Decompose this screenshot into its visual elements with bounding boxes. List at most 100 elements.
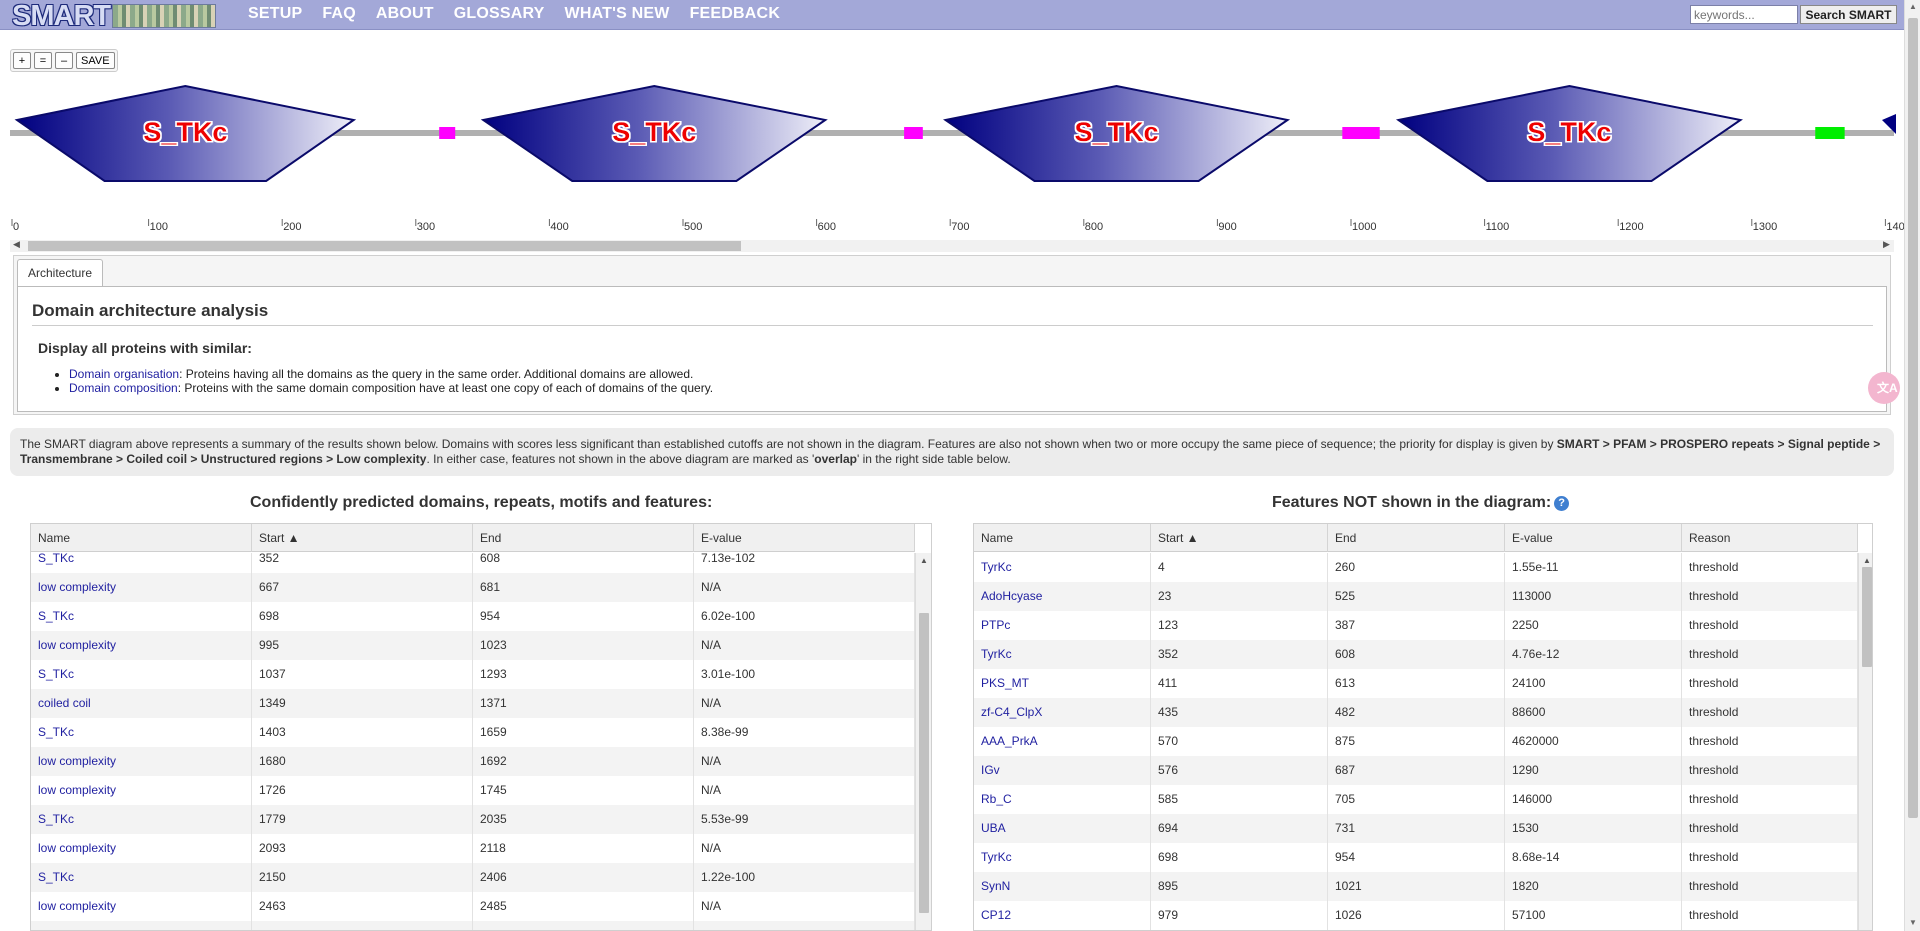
- table-row[interactable]: SynN 895 1021 1820 threshold: [974, 872, 1858, 901]
- feature-name-link[interactable]: low complexity: [31, 921, 252, 930]
- column-evalue[interactable]: E-value: [1505, 524, 1682, 552]
- scroll-up-arrow-icon[interactable]: ▲: [1863, 556, 1871, 565]
- feature-name-link[interactable]: low complexity: [31, 892, 252, 921]
- table-row[interactable]: TyrKc 352 608 4.76e-12 threshold: [974, 640, 1858, 669]
- zoom-out-button[interactable]: –: [55, 52, 73, 69]
- save-button[interactable]: SAVE: [76, 52, 115, 69]
- feature-name-link[interactable]: S_TKc: [31, 718, 252, 747]
- column-start[interactable]: Start ▲: [1151, 524, 1328, 552]
- table-row[interactable]: low complexity 995 1023 N/A: [31, 631, 915, 660]
- column-evalue[interactable]: E-value: [694, 524, 915, 552]
- feature-name-link[interactable]: PKS_MT: [974, 669, 1151, 698]
- floating-translate-icon[interactable]: 文A: [1868, 372, 1900, 404]
- page-scrollbar[interactable]: ▲ ▼: [1904, 0, 1920, 931]
- search-button[interactable]: Search SMART: [1800, 5, 1897, 24]
- table-row[interactable]: PTPc 123 387 2250 threshold: [974, 611, 1858, 640]
- column-start[interactable]: Start ▲: [252, 524, 473, 552]
- feature-name-link[interactable]: PTPc: [974, 611, 1151, 640]
- search-input[interactable]: [1690, 5, 1798, 24]
- zoom-reset-button[interactable]: =: [34, 52, 52, 69]
- table-row[interactable]: S_TKc 1403 1659 8.38e-99: [31, 718, 915, 747]
- nav-faq[interactable]: FAQ: [322, 5, 356, 23]
- diagram-horizontal-scrollbar[interactable]: ◀ ▶: [10, 239, 1894, 252]
- table-row[interactable]: low complexity25032514N/A: [31, 921, 915, 930]
- table-scrollbar[interactable]: ▲: [915, 553, 931, 930]
- table-row[interactable]: low complexity 2093 2118 N/A: [31, 834, 915, 863]
- table-row[interactable]: S_TKc 352 608 7.13e-102: [31, 553, 915, 573]
- column-name[interactable]: Name: [31, 524, 252, 552]
- table-scrollbar-thumb[interactable]: [1862, 567, 1872, 667]
- low-complexity-feature[interactable]: [904, 127, 923, 139]
- table-row[interactable]: Rb_C 585 705 146000 threshold: [974, 785, 1858, 814]
- domain-composition-link[interactable]: Domain composition: [69, 381, 178, 395]
- feature-name-link[interactable]: coiled coil: [31, 689, 252, 718]
- diagram-scrollbar-thumb[interactable]: [28, 241, 741, 251]
- scroll-left-arrow-icon[interactable]: ◀: [13, 239, 20, 250]
- table-row[interactable]: TyrKc 698 954 8.68e-14 threshold: [974, 843, 1858, 872]
- scroll-up-arrow-icon[interactable]: ▲: [1909, 2, 1917, 11]
- feature-name-link[interactable]: CP12: [974, 901, 1151, 930]
- domain-s-tkc[interactable]: S_TKc: [943, 84, 1291, 182]
- nav-about[interactable]: ABOUT: [376, 5, 434, 23]
- feature-name-link[interactable]: low complexity: [31, 776, 252, 805]
- domain-s-tkc[interactable]: S_TKc: [1395, 84, 1743, 182]
- feature-name-link[interactable]: low complexity: [31, 747, 252, 776]
- table-row[interactable]: S_TKc 2150 2406 1.22e-100: [31, 863, 915, 892]
- table-row[interactable]: AdoHcyase 23 525 113000 threshold: [974, 582, 1858, 611]
- table-row[interactable]: low complexity 2463 2485 N/A: [31, 892, 915, 921]
- table-row[interactable]: CP12 979 1026 57100 threshold: [974, 901, 1858, 930]
- table-row[interactable]: AAA_PrkA 570 875 4620000 threshold: [974, 727, 1858, 756]
- coiled-coil-feature[interactable]: [1815, 127, 1845, 139]
- table-scrollbar-thumb[interactable]: [919, 613, 929, 913]
- domain-s-tkc[interactable]: S_TKc: [480, 84, 828, 182]
- nav-glossary[interactable]: GLOSSARY: [454, 5, 545, 23]
- table-row[interactable]: PKS_MT 411 613 24100 threshold: [974, 669, 1858, 698]
- feature-name-link[interactable]: AAA_PrkA: [974, 727, 1151, 756]
- column-end[interactable]: End: [473, 524, 694, 552]
- feature-name-link[interactable]: low complexity: [31, 573, 252, 602]
- table-row[interactable]: low complexity 1726 1745 N/A: [31, 776, 915, 805]
- low-complexity-feature[interactable]: [439, 127, 456, 139]
- nav-whats-new[interactable]: WHAT'S NEW: [565, 5, 670, 23]
- feature-name-link[interactable]: S_TKc: [31, 805, 252, 834]
- feature-name-link[interactable]: AdoHcyase: [974, 582, 1151, 611]
- zoom-in-button[interactable]: +: [13, 52, 31, 69]
- feature-name-link[interactable]: TyrKc: [974, 553, 1151, 582]
- feature-name-link[interactable]: Rb_C: [974, 785, 1151, 814]
- table-row[interactable]: coiled coil 1349 1371 N/A: [31, 689, 915, 718]
- domain-organisation-link[interactable]: Domain organisation: [69, 367, 179, 381]
- nav-setup[interactable]: SETUP: [248, 5, 302, 23]
- table-row[interactable]: zf-C4_ClpX 435 482 88600 threshold: [974, 698, 1858, 727]
- table-row[interactable]: UBA 694 731 1530 threshold: [974, 814, 1858, 843]
- scroll-down-arrow-icon[interactable]: ▼: [1909, 918, 1917, 927]
- feature-name-link[interactable]: low complexity: [31, 631, 252, 660]
- feature-name-link[interactable]: IGv: [974, 756, 1151, 785]
- tab-architecture[interactable]: Architecture: [17, 259, 104, 286]
- scroll-up-arrow-icon[interactable]: ▲: [920, 556, 928, 565]
- smart-logo[interactable]: SMART: [12, 2, 226, 31]
- feature-name-link[interactable]: TyrKc: [974, 843, 1151, 872]
- low-complexity-feature[interactable]: [1342, 127, 1380, 139]
- table-row[interactable]: low complexity 667 681 N/A: [31, 573, 915, 602]
- feature-name-link[interactable]: zf-C4_ClpX: [974, 698, 1151, 727]
- help-icon[interactable]: ?: [1554, 496, 1570, 511]
- column-reason[interactable]: Reason: [1682, 524, 1858, 552]
- feature-name-link[interactable]: S_TKc: [31, 553, 252, 573]
- scroll-right-arrow-icon[interactable]: ▶: [1883, 239, 1890, 250]
- column-name[interactable]: Name: [974, 524, 1151, 552]
- feature-name-link[interactable]: S_TKc: [31, 863, 252, 892]
- feature-name-link[interactable]: UBA: [974, 814, 1151, 843]
- table-row[interactable]: IGv 576 687 1290 threshold: [974, 756, 1858, 785]
- table-row[interactable]: S_TKc 1037 1293 3.01e-100: [31, 660, 915, 689]
- table-row[interactable]: TyrKc 4 260 1.55e-11 threshold: [974, 553, 1858, 582]
- table-row[interactable]: S_TKc 698 954 6.02e-100: [31, 602, 915, 631]
- page-scrollbar-thumb[interactable]: [1908, 18, 1918, 818]
- domain-s-tkc[interactable]: S_TKc: [14, 84, 357, 182]
- table-scrollbar[interactable]: ▲: [1858, 553, 1872, 930]
- feature-name-link[interactable]: low complexity: [31, 834, 252, 863]
- column-end[interactable]: End: [1328, 524, 1505, 552]
- table-row[interactable]: S_TKc 1779 2035 5.53e-99: [31, 805, 915, 834]
- feature-name-link[interactable]: TyrKc: [974, 640, 1151, 669]
- feature-name-link[interactable]: S_TKc: [31, 602, 252, 631]
- table-row[interactable]: low complexity 1680 1692 N/A: [31, 747, 915, 776]
